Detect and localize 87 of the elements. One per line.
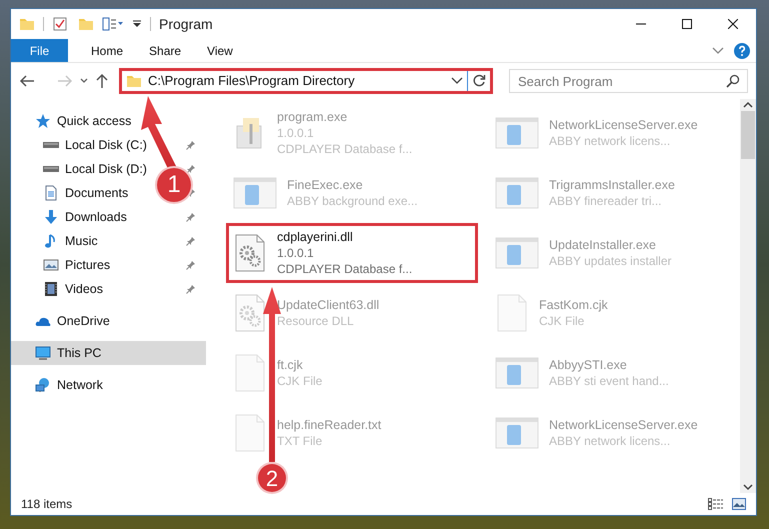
nav-item[interactable]: Documents bbox=[11, 181, 130, 205]
nav-item[interactable]: Quick access bbox=[11, 109, 134, 133]
window-icon bbox=[233, 176, 277, 210]
nav-item[interactable]: This PC bbox=[11, 341, 206, 365]
scroll-down-icon[interactable] bbox=[743, 483, 753, 491]
refresh-icon[interactable] bbox=[472, 74, 486, 88]
back-icon[interactable] bbox=[19, 74, 35, 88]
recent-locations-icon[interactable] bbox=[79, 77, 89, 85]
file-name: AbbyySTI.exe bbox=[549, 357, 628, 373]
search-icon[interactable] bbox=[726, 74, 740, 88]
file-detail: ABBY sti event hand... bbox=[549, 373, 669, 389]
film-icon bbox=[43, 281, 59, 297]
file-detail: CDPLAYER Database f... bbox=[277, 141, 412, 157]
scroll-up-icon[interactable] bbox=[743, 101, 753, 109]
download-arrow-icon bbox=[43, 209, 59, 225]
file-detail: CDPLAYER Database f... bbox=[277, 261, 412, 277]
window-icon bbox=[495, 176, 539, 210]
file-name: FineExec.exe bbox=[287, 177, 364, 193]
view-options-icon[interactable] bbox=[102, 16, 124, 32]
nav-item[interactable]: Network bbox=[11, 373, 105, 397]
blank-file-icon bbox=[495, 294, 529, 332]
up-icon[interactable] bbox=[95, 73, 109, 89]
file-name: ft.cjk bbox=[277, 357, 304, 373]
gear-file-icon bbox=[233, 294, 267, 332]
ribbon-tab[interactable]: Home bbox=[78, 39, 136, 62]
file-detail: CJK File bbox=[539, 313, 586, 329]
close-icon[interactable] bbox=[728, 19, 738, 29]
window-icon bbox=[495, 236, 539, 270]
help-icon[interactable] bbox=[734, 42, 750, 58]
scrollbar[interactable] bbox=[740, 99, 756, 493]
file-detail: ABBY network licens... bbox=[549, 133, 672, 149]
gear-file-icon bbox=[233, 234, 267, 272]
drive-icon bbox=[43, 166, 59, 172]
address-path: C:\Program Files\Program Directory bbox=[148, 72, 356, 90]
file-name: FastKom.cjk bbox=[539, 297, 608, 313]
nav-item[interactable]: Local Disk (C:) bbox=[11, 133, 149, 157]
file-name: TrigrammsInstaller.exe bbox=[549, 177, 675, 193]
file-detail: ABBY background exe... bbox=[287, 193, 418, 209]
dropdown-icon[interactable] bbox=[451, 77, 463, 85]
file-detail: TXT File bbox=[277, 433, 324, 449]
window-title: Program bbox=[159, 14, 213, 34]
file-name: help.fineReader.txt bbox=[277, 417, 382, 433]
star-icon bbox=[35, 113, 51, 129]
window-icon bbox=[495, 116, 539, 150]
window-icon bbox=[495, 356, 539, 390]
blank-file-icon bbox=[233, 414, 267, 452]
ribbon-tab[interactable]: Share bbox=[136, 39, 194, 62]
window-icon bbox=[495, 416, 539, 450]
file-tile[interactable]: cdplayerini.dll 1.0.0.1 CDPLAYER Database f... bbox=[226, 223, 478, 283]
scrollbar-thumb[interactable] bbox=[741, 111, 755, 159]
nav-item[interactable]: Pictures bbox=[11, 253, 112, 277]
search-field[interactable]: Search Program bbox=[509, 69, 748, 93]
address-bar[interactable]: C:\Program Files\Program Directory bbox=[119, 68, 493, 94]
picture-icon bbox=[43, 257, 59, 273]
ribbon-tab[interactable]: View bbox=[194, 39, 246, 62]
file-detail: ABBY updates installer bbox=[549, 253, 672, 269]
file-detail: ABBY finereader tri... bbox=[549, 193, 662, 209]
nav-item[interactable]: Local Disk (D:) bbox=[11, 157, 149, 181]
drive-icon bbox=[43, 142, 59, 148]
file-detail: 1.0.0.1 bbox=[277, 245, 315, 261]
file-name: UpdateInstaller.exe bbox=[549, 237, 658, 253]
customize-toolbar-icon[interactable] bbox=[132, 19, 142, 29]
ribbon-tab[interactable]: File bbox=[11, 39, 68, 62]
expand-ribbon-icon[interactable] bbox=[712, 46, 724, 54]
nav-item[interactable]: OneDrive bbox=[11, 309, 112, 333]
file-name: NetworkLicenseServer.exe bbox=[549, 417, 698, 433]
properties-icon[interactable] bbox=[52, 16, 68, 32]
nav-item[interactable]: Music bbox=[11, 229, 100, 253]
file-detail: 1.0.0.1 bbox=[277, 125, 315, 141]
file-name: NetworkLicenseServer.exe bbox=[549, 117, 698, 133]
monitor-icon bbox=[35, 345, 51, 361]
item-count: 118 items bbox=[21, 496, 72, 513]
maximize-icon[interactable] bbox=[682, 19, 692, 29]
file-name: UpdateClient63.dll bbox=[277, 297, 380, 313]
details-view-icon[interactable] bbox=[708, 498, 724, 510]
file-detail: Resource DLL bbox=[277, 313, 355, 329]
large-icons-view-icon[interactable] bbox=[732, 498, 746, 510]
nav-item[interactable]: Downloads bbox=[11, 205, 129, 229]
file-detail: CJK File bbox=[277, 373, 322, 389]
file-detail: ABBY network licens... bbox=[549, 433, 672, 449]
network-globe-icon bbox=[35, 377, 51, 393]
blank-file-icon bbox=[233, 354, 267, 392]
folder-icon bbox=[126, 73, 142, 89]
nav-item[interactable]: Videos bbox=[11, 277, 105, 301]
file-name: cdplayerini.dll bbox=[277, 229, 354, 245]
document-icon bbox=[43, 185, 59, 201]
file-name: program.exe bbox=[277, 109, 348, 125]
